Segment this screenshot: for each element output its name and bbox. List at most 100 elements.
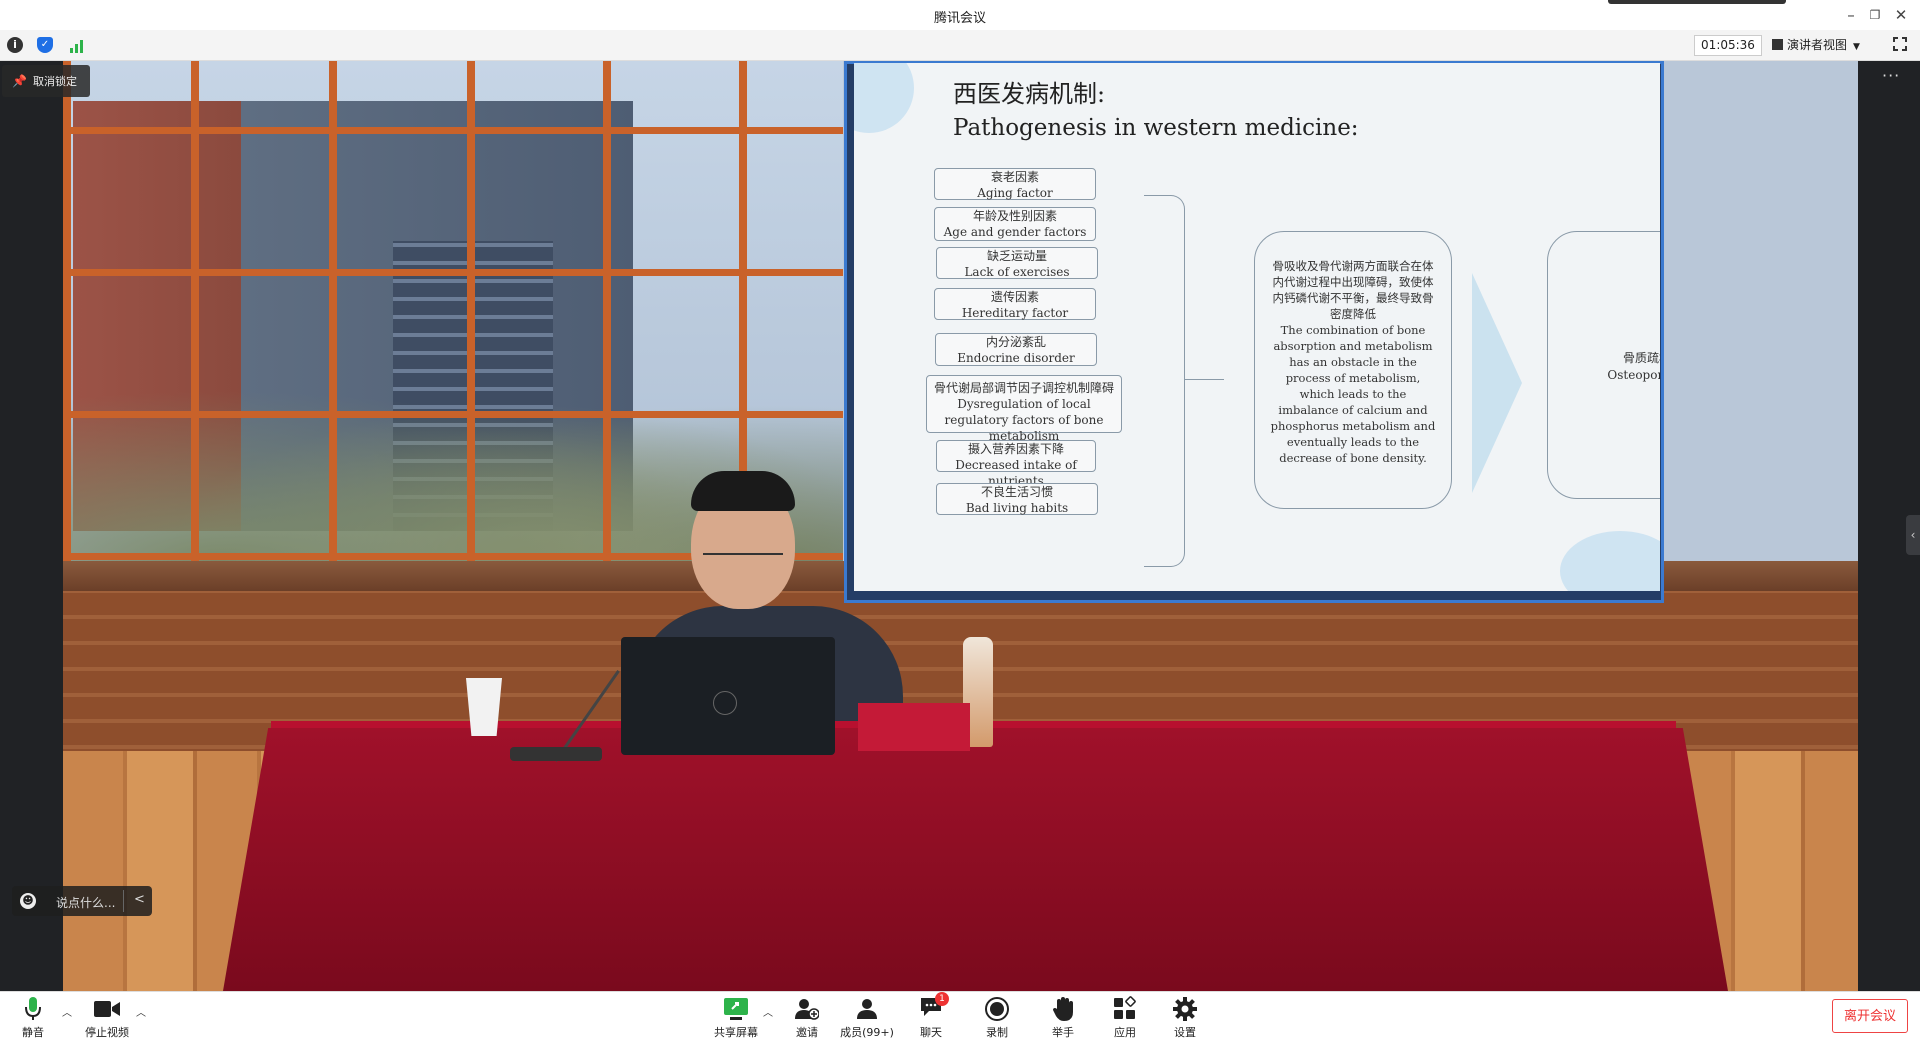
factor-en: Hereditary factor [961,306,1069,320]
record-label: 录制 [986,1026,1008,1039]
factor-cn: 年龄及性别因素 [972,209,1057,223]
restore-icon[interactable]: ❐ [1862,4,1888,26]
audio-options-caret-icon[interactable]: ︿ [62,1004,72,1019]
chat-icon: 1 [920,992,949,1022]
factor-box: 摄入营养因素下降 Decreased intake of nutrients [936,440,1096,488]
grouping-brace [1144,195,1185,567]
meeting-toolbar: i ✓ 01:05:36 演讲者视图 ▼ [0,30,1920,61]
stop-video-label: 停止视频 [85,1026,129,1039]
factor-cn: 骨代谢局部调节因子调控机制障碍 [933,381,1114,395]
presentation-slide: 西医发病机制: Pathogenesis in western medicine… [854,63,1660,591]
mute-label: 静音 [22,1026,44,1039]
pin-icon: 📌 [12,74,27,88]
factor-cn: 摄入营养因素下降 [967,442,1064,456]
share-screen-label: 共享屏幕 [714,1026,758,1039]
mute-button[interactable]: 静音 [16,996,50,1042]
stop-video-button[interactable]: 停止视频 [82,996,132,1042]
drag-strip[interactable] [1608,0,1786,4]
record-icon [985,997,1009,1021]
members-button[interactable]: 成员(99+) [840,996,894,1042]
info-icon[interactable]: i [7,37,23,53]
leave-meeting-button[interactable]: 离开会议 [1832,999,1908,1033]
slide-title-en: Pathogenesis in western medicine: [953,115,1359,141]
factor-box: 遗传因素 Hereditary factor [934,288,1096,320]
chevron-down-icon: ▼ [1853,42,1860,52]
divider [123,890,124,912]
add-user-icon [795,999,819,1020]
emoji-icon[interactable]: ☻ [20,893,36,909]
invite-label: 邀请 [796,1026,818,1039]
share-options-caret-icon[interactable]: ︿ [763,1004,773,1019]
chat-button[interactable]: 1 聊天 [916,992,949,1042]
factor-cn: 遗传因素 [990,290,1039,304]
microphone-icon [25,997,41,1020]
desk-tablecloth [223,728,1728,991]
window-title: 腾讯会议 [933,11,986,26]
chat-label: 聊天 [920,1026,942,1039]
raise-hand-button[interactable]: 举手 [1048,996,1078,1042]
slide-decoration [854,63,914,133]
slide-title-cn: 西医发病机制: [953,80,1106,108]
chevron-left-icon: ‹ [1910,528,1916,542]
factor-en: Endocrine disorder [957,351,1075,365]
factor-cn: 不良生活习惯 [980,485,1053,499]
factor-en: Lack of exercises [964,265,1070,279]
presenter-hair [691,471,795,511]
apps-button[interactable]: 应用 [1110,996,1140,1042]
invite-button[interactable]: 邀请 [792,996,822,1042]
factor-en: Aging factor [977,186,1053,200]
view-mode-button[interactable]: 演讲者视图 ▼ [1772,35,1880,55]
mechanism-en: The combination of bone absorption and m… [1270,323,1436,465]
close-icon[interactable]: ✕ [1888,4,1914,26]
presenter-glasses [703,539,783,555]
signal-icon[interactable] [69,37,85,53]
factor-en: Bad living habits [965,501,1069,515]
laptop-logo [713,691,737,715]
factor-box: 缺乏运动量 Lack of exercises [936,247,1098,279]
members-icon [857,999,877,1019]
paper-cup [466,678,502,736]
factor-box: 年龄及性别因素 Age and gender factors [934,207,1096,241]
fullscreen-icon[interactable] [1892,36,1908,52]
unpin-button[interactable]: 📌 取消锁定 [2,65,90,97]
quick-chat-bar[interactable]: ☻ 说点什么... < [12,886,152,916]
arrow-right-icon [1472,273,1522,493]
factor-box: 不良生活习惯 Bad living habits [936,483,1098,515]
result-en: Osteoporosis [1607,368,1660,382]
chat-unread-badge: 1 [935,992,949,1006]
video-options-caret-icon[interactable]: ︿ [136,1004,146,1019]
record-button[interactable]: 录制 [982,996,1012,1042]
title-bar: 腾讯会议 – ❐ ✕ [0,0,1920,30]
factor-en: Dysregulation of local regulatory factor… [944,397,1104,443]
result-box: 骨质疏松 Osteoporosis [1547,231,1660,499]
settings-label: 设置 [1174,1026,1196,1039]
collapse-chevron-icon[interactable]: < [134,892,145,907]
shield-icon[interactable]: ✓ [37,37,53,53]
factor-en: Age and gender factors [943,225,1087,239]
apps-icon [1114,996,1136,1019]
raise-hand-label: 举手 [1052,1026,1074,1039]
view-mode-label: 演讲者视图 [1787,38,1848,52]
unpin-label: 取消锁定 [32,75,77,88]
settings-button[interactable]: 设置 [1170,996,1200,1042]
factor-cn: 衰老因素 [990,170,1039,184]
hand-icon [1053,997,1073,1021]
layout-icon [1772,39,1783,50]
chat-input[interactable]: 说点什么... [56,894,115,911]
mechanism-box: 骨吸收及骨代谢两方面联合在体内代谢过程中出现障碍，致使体内钙磷代谢不平衡，最终导… [1254,231,1452,509]
apps-label: 应用 [1114,1026,1136,1039]
share-screen-button[interactable]: 共享屏幕 [712,996,760,1042]
factor-box: 衰老因素 Aging factor [934,168,1096,200]
factor-cn: 缺乏运动量 [986,249,1047,263]
mechanism-cn: 骨吸收及骨代谢两方面联合在体内代谢过程中出现障碍，致使体内钙磷代谢不平衡，最终导… [1272,259,1434,321]
meeting-timer: 01:05:36 [1694,35,1762,56]
bottom-toolbar: 静音 ︿ 停止视频 ︿ 共享屏幕 ︿ 邀请 成员(99+) 1 聊天 录制 举手… [0,991,1920,1043]
result-cn: 骨质疏松 [1622,351,1660,365]
factor-cn: 内分泌紊乱 [985,335,1046,349]
minimize-icon[interactable]: – [1838,4,1864,26]
grouping-brace-connector [1184,379,1224,380]
camera-icon [94,1001,120,1017]
speaker-video: 西医发病机制: Pathogenesis in western medicine… [63,61,1858,991]
more-options-icon[interactable]: ··· [1882,66,1900,85]
side-panel-toggle[interactable]: ‹ [1906,515,1920,555]
